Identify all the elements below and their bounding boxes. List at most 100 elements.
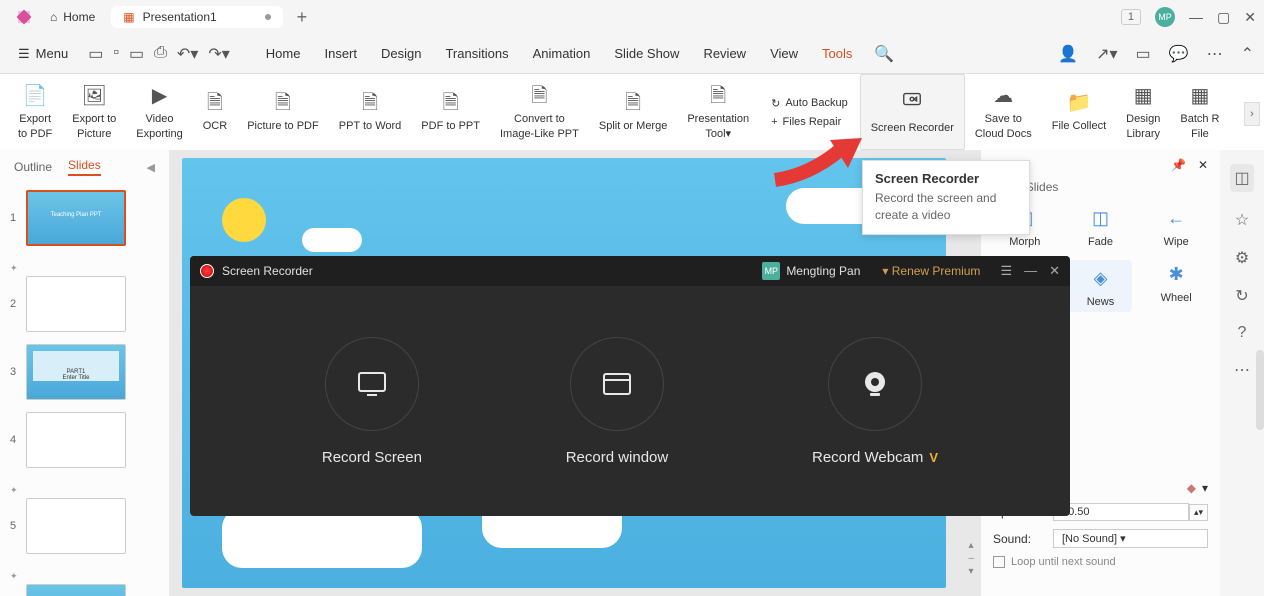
pdf-ppt-icon: 🗎 bbox=[443, 90, 459, 116]
rail-more-icon[interactable]: ⋯ bbox=[1234, 360, 1250, 380]
tab-document[interactable]: ▦ Presentation1 bbox=[111, 6, 282, 28]
share-icon[interactable]: ↗▾ bbox=[1096, 44, 1117, 64]
redo-icon[interactable]: ↷▾ bbox=[208, 44, 229, 64]
user-icon[interactable]: 👤 bbox=[1058, 44, 1078, 64]
collapse-ribbon-icon[interactable]: ⌃ bbox=[1241, 44, 1254, 64]
speed-input[interactable]: 00.50 bbox=[1053, 503, 1189, 521]
home-icon: ⌂ bbox=[50, 10, 57, 24]
transition-wheel[interactable]: ✱Wheel bbox=[1144, 260, 1208, 312]
presentation-tool-button[interactable]: 🗎 Presentation Tool▾ bbox=[677, 74, 759, 150]
minimize-button[interactable]: — bbox=[1189, 9, 1203, 25]
design-library-button[interactable]: ▦ Design Library bbox=[1116, 74, 1170, 150]
speed-stepper[interactable]: ▴▾ bbox=[1189, 504, 1208, 521]
thumb-6-title: PART2 bbox=[27, 585, 125, 596]
rail-settings-icon[interactable]: ⚙ bbox=[1235, 248, 1249, 268]
user-avatar[interactable]: MP bbox=[1155, 7, 1175, 27]
recorder-avatar: MP bbox=[762, 262, 780, 280]
tab-tools[interactable]: Tools bbox=[822, 46, 852, 61]
export-pdf-button[interactable]: 📄 Export to PDF bbox=[8, 74, 62, 150]
transition-wipe[interactable]: ←Wipe bbox=[1144, 204, 1208, 248]
slide-thumb-2[interactable] bbox=[26, 276, 126, 332]
batch-button[interactable]: ▦ Batch R File bbox=[1170, 74, 1229, 150]
slides-tab[interactable]: Slides bbox=[68, 158, 101, 176]
search-icon[interactable]: 🔍 bbox=[874, 44, 894, 64]
transition-fade[interactable]: ◫Fade bbox=[1069, 204, 1133, 248]
ribbon-scroll-right[interactable]: › bbox=[1244, 102, 1260, 126]
print-icon[interactable]: ⎙ bbox=[154, 44, 167, 64]
wipe-icon: ← bbox=[1156, 204, 1196, 232]
record-window-option[interactable]: Record window bbox=[566, 337, 669, 466]
record-webcam-label: Record WebcamV bbox=[812, 449, 938, 466]
tab-design[interactable]: Design bbox=[381, 46, 421, 61]
rail-star-icon[interactable]: ☆ bbox=[1235, 210, 1249, 230]
counter-badge[interactable]: 1 bbox=[1121, 9, 1141, 25]
auto-backup-button[interactable]: ↻Auto Backup bbox=[771, 97, 848, 110]
screen-recorder-button[interactable]: Screen Recorder bbox=[860, 74, 965, 150]
tab-home[interactable]: ⌂ Home bbox=[40, 6, 105, 28]
maximize-button[interactable]: ▢ bbox=[1217, 9, 1230, 26]
ppt-to-word-button[interactable]: 🗎 PPT to Word bbox=[329, 74, 412, 150]
chat-icon[interactable]: 💬 bbox=[1169, 44, 1189, 64]
effect-dropdown[interactable]: ▾ bbox=[1202, 481, 1208, 495]
files-repair-button[interactable]: +Files Repair bbox=[771, 116, 848, 128]
tab-add-button[interactable]: + bbox=[297, 7, 308, 28]
transition-news[interactable]: ◈News bbox=[1069, 260, 1133, 312]
convert-image-ppt-button[interactable]: 🗎 Convert to Image-Like PPT bbox=[490, 74, 589, 150]
tab-home-ribbon[interactable]: Home bbox=[266, 46, 301, 61]
recorder-menu-icon[interactable]: ☰ bbox=[1000, 263, 1012, 279]
open-icon[interactable]: ▭ bbox=[88, 44, 103, 64]
record-screen-option[interactable]: Record Screen bbox=[322, 337, 422, 466]
recorder-minimize-button[interactable]: — bbox=[1024, 263, 1037, 279]
menu-button[interactable]: ☰ Menu bbox=[10, 42, 76, 66]
undo-icon[interactable]: ↶▾ bbox=[177, 44, 198, 64]
file-collect-button[interactable]: 📁 File Collect bbox=[1042, 74, 1116, 150]
panel-collapse-icon[interactable]: ◀ bbox=[147, 161, 155, 174]
split-merge-button[interactable]: 🗎 Split or Merge bbox=[589, 74, 677, 150]
tab-insert[interactable]: Insert bbox=[324, 46, 357, 61]
cloud-save-icon: ☁ bbox=[993, 83, 1013, 109]
slide-thumb-5[interactable] bbox=[26, 498, 126, 554]
backup-repair-group: ↻Auto Backup +Files Repair bbox=[759, 97, 860, 128]
video-export-button[interactable]: ▶ Video Exporting bbox=[126, 74, 192, 150]
rail-help-icon[interactable]: ? bbox=[1238, 324, 1247, 342]
renew-premium-button[interactable]: ▾ Renew Premium bbox=[882, 264, 980, 278]
thumbs-scrollbar[interactable] bbox=[1256, 350, 1264, 430]
tab-review[interactable]: Review bbox=[703, 46, 746, 61]
save-cloud-button[interactable]: ☁ Save to Cloud Docs bbox=[965, 74, 1042, 150]
tab-transitions[interactable]: Transitions bbox=[445, 46, 508, 61]
saveas-icon[interactable]: ▭ bbox=[129, 44, 144, 64]
close-button[interactable]: ✕ bbox=[1244, 9, 1256, 26]
slide-thumb-4[interactable] bbox=[26, 412, 126, 468]
outline-tab[interactable]: Outline bbox=[14, 160, 52, 174]
batch-icon: ▦ bbox=[1190, 83, 1209, 109]
design-library-label: Design Library bbox=[1126, 112, 1160, 141]
rail-history-icon[interactable]: ↻ bbox=[1235, 286, 1248, 306]
recorder-close-button[interactable]: ✕ bbox=[1049, 263, 1060, 279]
export-pdf-label: Export to PDF bbox=[18, 112, 52, 141]
sound-select[interactable]: [No Sound] ▾ bbox=[1053, 529, 1208, 548]
prev-slide-icon[interactable]: ▴ bbox=[968, 540, 974, 551]
tab-view[interactable]: View bbox=[770, 46, 798, 61]
recorder-options: Record Screen Record window Record Webca… bbox=[190, 286, 1070, 516]
cloud-shape bbox=[302, 228, 362, 252]
pin-icon[interactable]: 📌 bbox=[1171, 158, 1186, 172]
next-slide-icon[interactable]: ▾ bbox=[968, 566, 974, 577]
cloud-icon[interactable]: ▭ bbox=[1136, 44, 1151, 64]
tab-slideshow[interactable]: Slide Show bbox=[614, 46, 679, 61]
loop-checkbox[interactable] bbox=[993, 556, 1005, 568]
export-picture-button[interactable]: 🖼 Export to Picture bbox=[62, 74, 126, 150]
slide-thumb-6[interactable]: PART2 bbox=[26, 584, 126, 596]
picture-to-pdf-button[interactable]: 🗎 Picture to PDF bbox=[237, 74, 329, 150]
ocr-button[interactable]: 🗎 OCR bbox=[193, 74, 237, 150]
pdf-to-ppt-button[interactable]: 🗎 PDF to PPT bbox=[411, 74, 490, 150]
record-webcam-option[interactable]: Record WebcamV bbox=[812, 337, 938, 466]
more-icon[interactable]: ⋯ bbox=[1207, 44, 1223, 64]
transition-label: Fade bbox=[1088, 236, 1113, 248]
thumb-1-title: Teaching Plan PPT bbox=[28, 192, 124, 218]
slide-thumb-3[interactable]: PART1Enter Title bbox=[26, 344, 126, 400]
save-icon[interactable]: ▫ bbox=[113, 44, 119, 64]
tab-animation[interactable]: Animation bbox=[533, 46, 591, 61]
slide-thumb-1[interactable]: Teaching Plan PPT bbox=[26, 190, 126, 246]
close-panel-icon[interactable]: ✕ bbox=[1198, 158, 1208, 172]
rail-panel-icon[interactable]: ◫ bbox=[1230, 164, 1253, 192]
